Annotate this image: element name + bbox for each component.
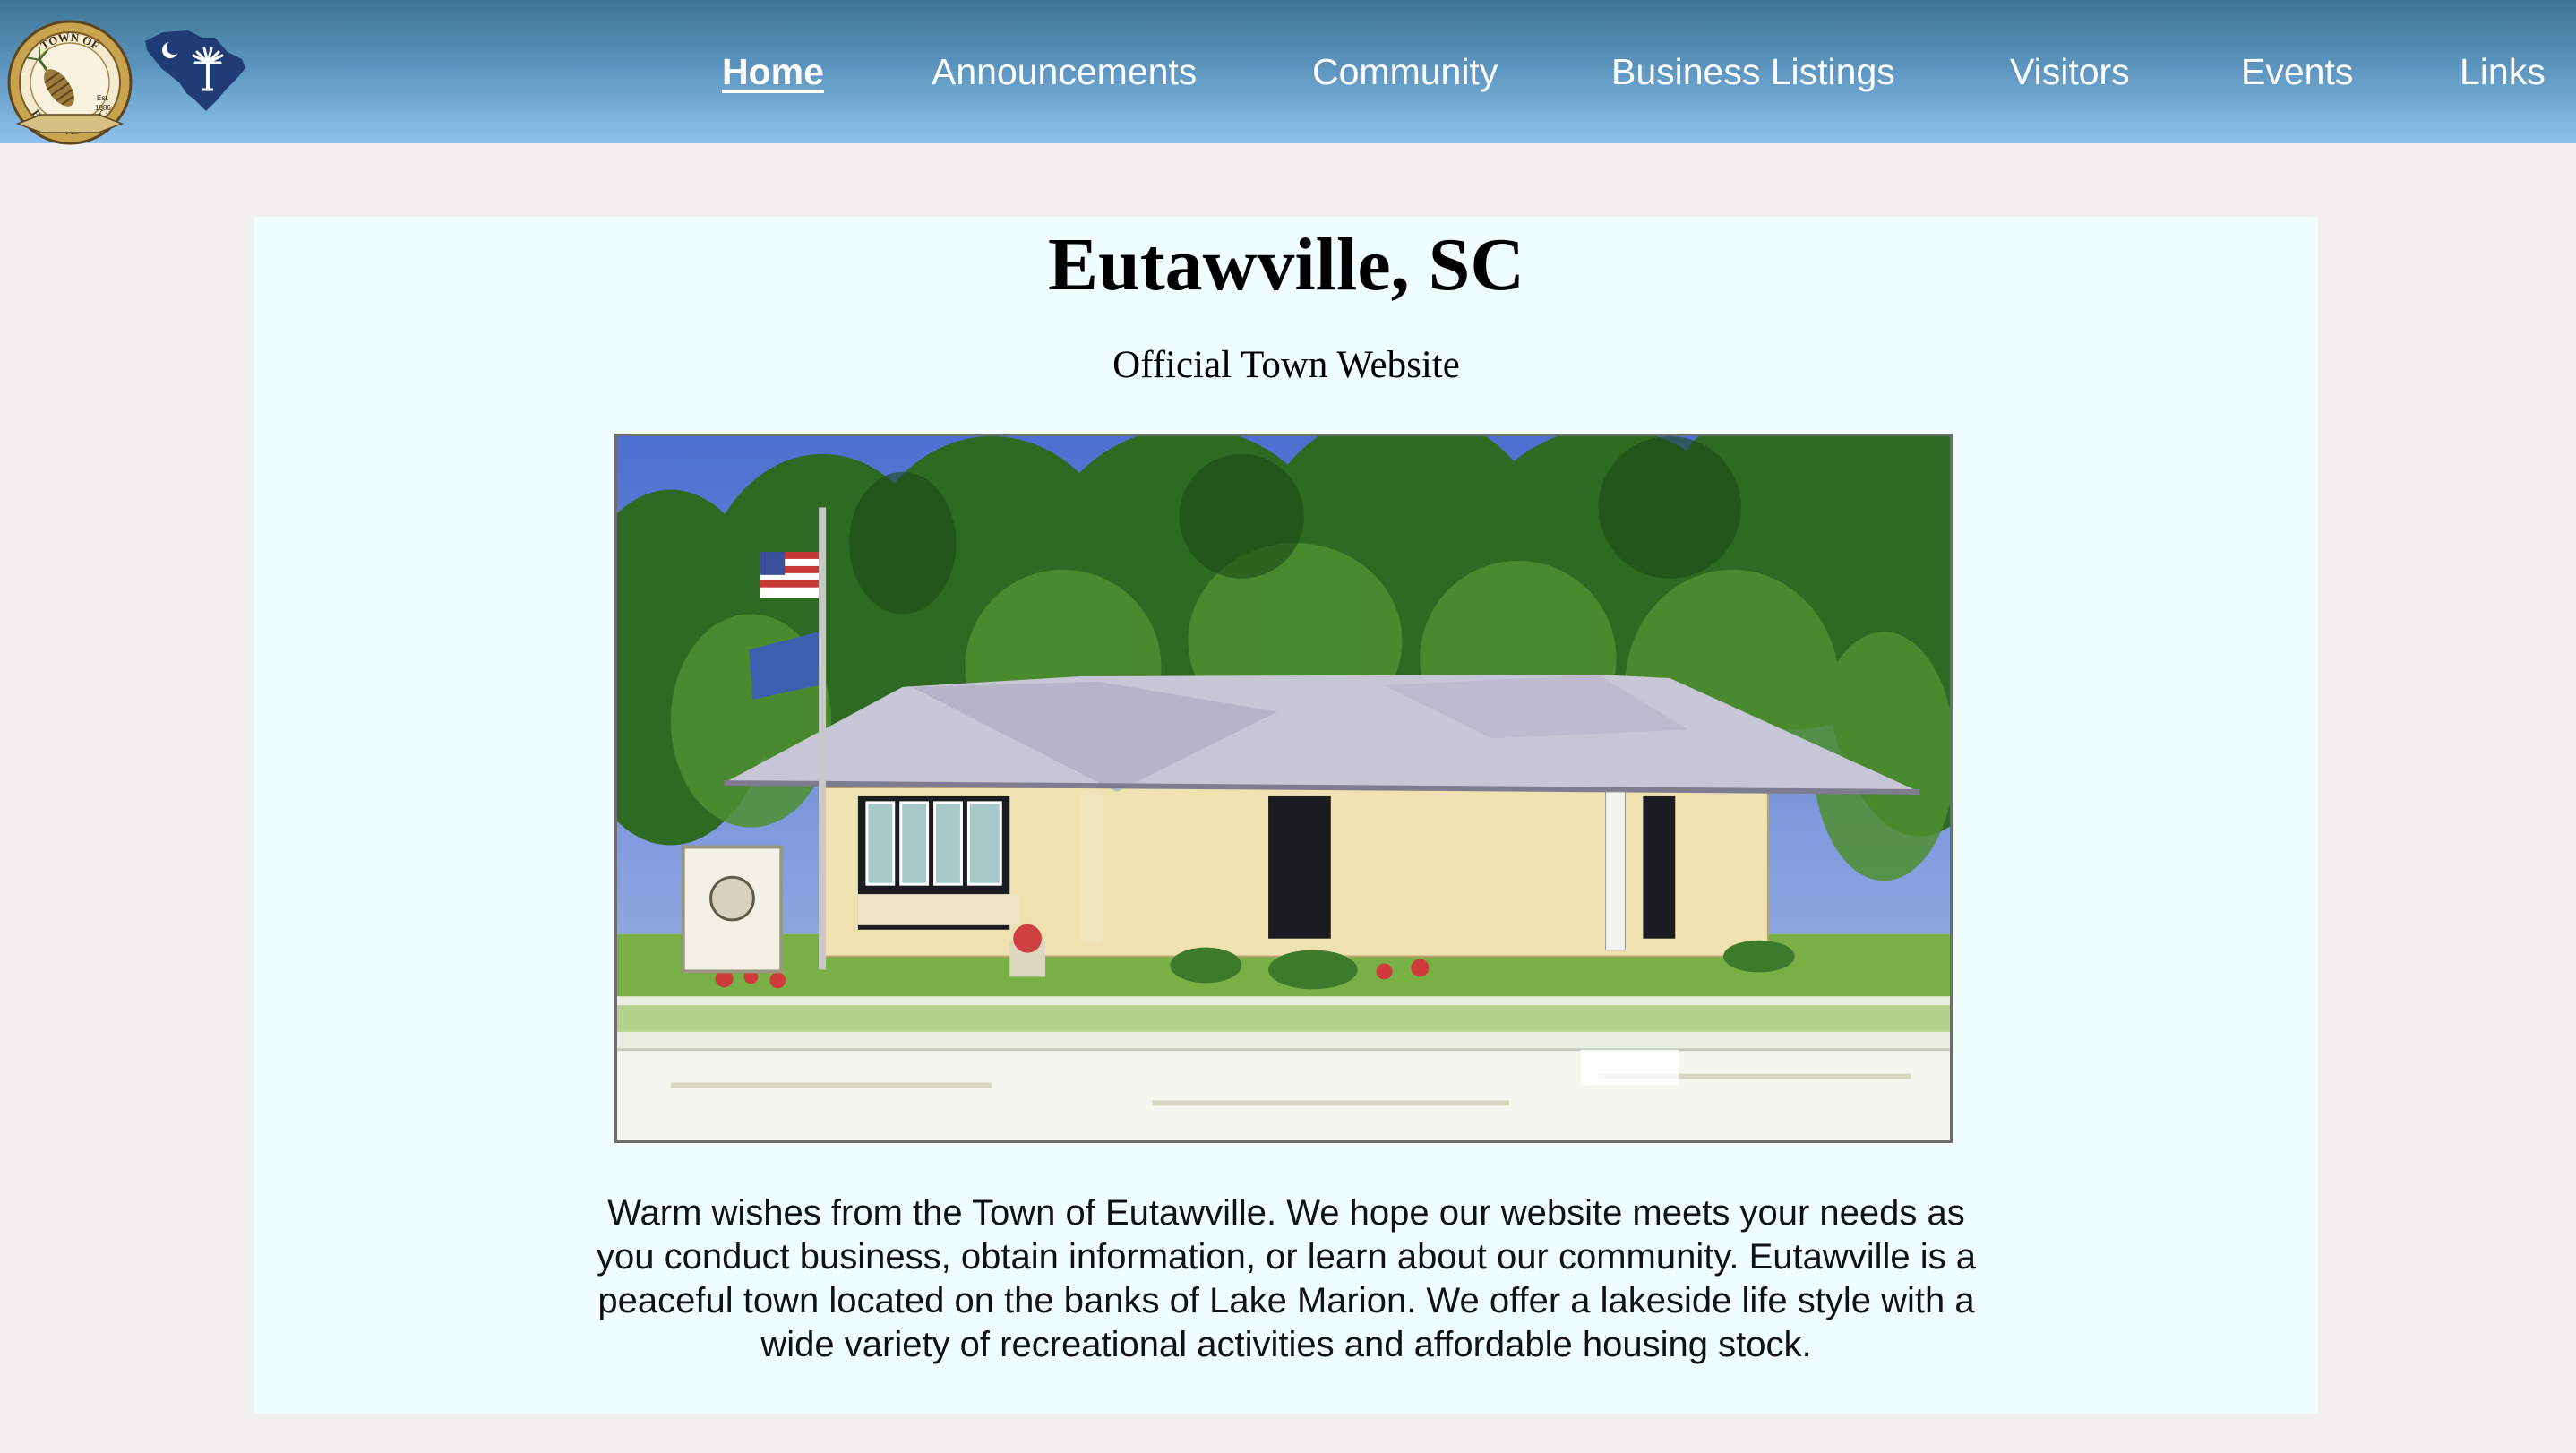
nav-links[interactable]: Links	[2460, 45, 2546, 99]
main-nav: Home Announcements Community Business Li…	[0, 0, 2576, 143]
nav-community[interactable]: Community	[1312, 45, 1498, 99]
nav-announcements[interactable]: Announcements	[932, 45, 1197, 99]
site-header: TOWN OF EUTAWVILLE, SC Est. 1886 Home An…	[0, 0, 2576, 145]
nav-events[interactable]: Events	[2241, 45, 2353, 99]
page-subtitle: Official Town Website	[1112, 344, 1460, 386]
town-hall-photo	[614, 434, 1953, 1143]
main-content: Eutawville, SC Official Town Website War…	[254, 217, 2318, 1414]
page-title: Eutawville, SC	[1047, 223, 1525, 306]
nav-business-listings[interactable]: Business Listings	[1611, 45, 1895, 99]
nav-home[interactable]: Home	[722, 45, 824, 99]
nav-visitors[interactable]: Visitors	[2010, 45, 2130, 99]
intro-paragraph: Warm wishes from the Town of Eutawville.…	[596, 1193, 1977, 1364]
